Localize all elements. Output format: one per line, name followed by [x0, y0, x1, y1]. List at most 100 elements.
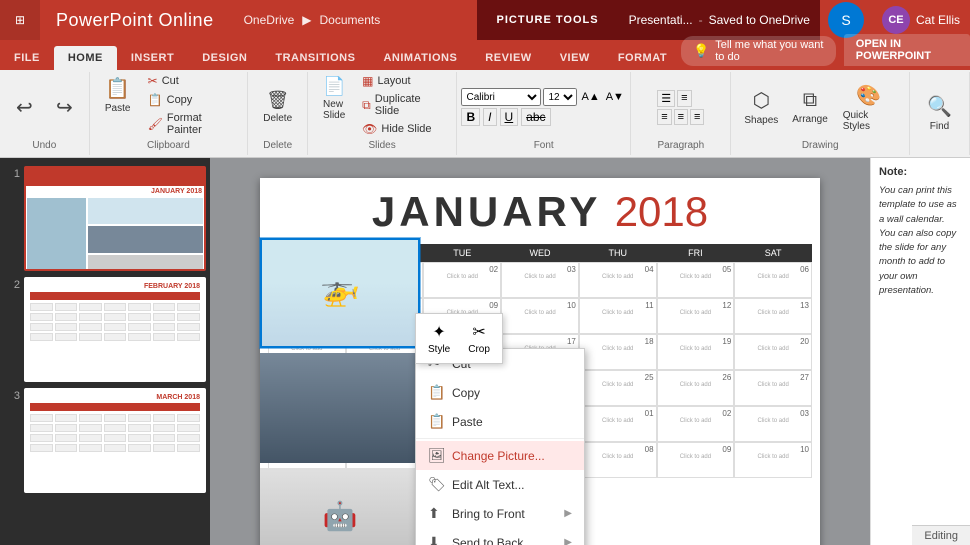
open-in-powerpoint-button[interactable]: OPEN IN POWERPOINT — [844, 34, 970, 66]
slide-thumbnail-2[interactable]: 2 FEBRUARY 2018 — [4, 277, 206, 382]
cal-cell-2-5[interactable]: 19Click to add — [657, 334, 735, 370]
breadcrumb-onedrive[interactable]: OneDrive — [244, 13, 295, 27]
slide-number-2: 2 — [4, 277, 20, 291]
skype-icon: S — [841, 12, 850, 28]
breadcrumb-documents[interactable]: Documents — [320, 13, 381, 27]
app-launcher-button[interactable]: ⊞ — [0, 0, 40, 40]
mini-style-button[interactable]: ✦ Style — [420, 318, 458, 359]
underline-button[interactable]: U — [500, 108, 519, 126]
ctx-edit-alt-text[interactable]: 🏷 Edit Alt Text... — [416, 470, 584, 499]
cal-cell-2-4[interactable]: 18Click to add — [579, 334, 657, 370]
tab-view[interactable]: VIEW — [546, 46, 604, 70]
tell-me-bar[interactable]: 💡 Tell me what you want to do — [681, 36, 836, 66]
cal-cell-5-6[interactable]: 10Click to add — [734, 442, 812, 478]
cal-cell-0-4[interactable]: 04Click to add — [579, 262, 657, 298]
cut-button[interactable]: ✂ Cut — [142, 72, 240, 90]
redo-button[interactable]: ↪ — [46, 91, 82, 124]
slide-thumbnail-1[interactable]: 1 JANUARY 2018 — [4, 166, 206, 271]
cal-cell-1-5[interactable]: 12Click to add — [657, 298, 735, 334]
cal-cell-1-3[interactable]: 10Click to add — [501, 298, 579, 334]
cal-cell-1-4[interactable]: 11Click to add — [579, 298, 657, 334]
cal-cell-0-3[interactable]: 03Click to add — [501, 262, 579, 298]
redo-icon: ↪ — [56, 95, 73, 120]
cal-cell-1-6[interactable]: 13Click to add — [734, 298, 812, 334]
list-number-button[interactable]: ≡ — [677, 90, 691, 107]
paste-button[interactable]: 📋 Paste — [98, 72, 138, 118]
cal-cell-5-4[interactable]: 08Click to add — [579, 442, 657, 478]
tab-animations[interactable]: ANIMATIONS — [369, 46, 471, 70]
cal-cell-3-6[interactable]: 27Click to add — [734, 370, 812, 406]
user-area[interactable]: CE Cat Ellis — [872, 6, 970, 34]
slide-image-street[interactable] — [260, 353, 420, 463]
bold-button[interactable]: B — [461, 108, 480, 126]
ribbon-content: ↩ ↪ Undo 📋 Paste ✂ Cut 📋 Copy — [0, 70, 970, 158]
delete-button[interactable]: 🗑 Delete — [257, 86, 298, 128]
slide-image-drone[interactable] — [260, 238, 420, 348]
align-left-button[interactable]: ≡ — [657, 109, 671, 125]
slide-header: JANUARY 2018 — [260, 178, 820, 242]
cal-cell-4-4[interactable]: 01Click to add — [579, 406, 657, 442]
cal-cell-5-5[interactable]: 09Click to add — [657, 442, 735, 478]
tab-home[interactable]: HOME — [54, 46, 117, 70]
skype-button[interactable]: S — [828, 2, 864, 38]
slide-preview-1[interactable]: JANUARY 2018 — [24, 166, 206, 271]
list-bullet-button[interactable]: ☰ — [657, 90, 675, 107]
duplicate-slide-button[interactable]: ⧉ Duplicate Slide — [356, 91, 448, 119]
cal-cell-0-6[interactable]: 06Click to add — [734, 262, 812, 298]
hide-slide-button[interactable]: 👁 Hide Slide — [356, 120, 448, 138]
ribbon-group-drawing: ⬡ Shapes ⧉ Arrange 🎨 Quick Styles Drawin… — [731, 72, 910, 155]
cal-cell-0-5[interactable]: 05Click to add — [657, 262, 735, 298]
tab-insert[interactable]: INSERT — [117, 46, 188, 70]
strikethrough-button[interactable]: abc — [521, 108, 550, 126]
font-size-select[interactable]: 12 — [543, 88, 577, 106]
ribbon-group-slides: 📄 NewSlide ▦ Layout ⧉ Duplicate Slide 👁 … — [308, 72, 457, 155]
ctx-bring-to-front[interactable]: ⬆ Bring to Front ▶ — [416, 499, 584, 528]
shapes-button[interactable]: ⬡ Shapes — [739, 84, 783, 130]
cal-cell-4-6[interactable]: 03Click to add — [734, 406, 812, 442]
mini-style-label: Style — [428, 344, 450, 355]
arrange-button[interactable]: ⧉ Arrange — [787, 85, 832, 129]
picture-tools-tab[interactable]: PICTURE TOOLS — [477, 0, 619, 40]
title-bar: ⊞ PowerPoint Online OneDrive ▶ Documents… — [0, 0, 970, 40]
slide-preview-2[interactable]: FEBRUARY 2018 — [24, 277, 206, 382]
undo-button[interactable]: ↩ — [6, 91, 42, 124]
ctx-paste[interactable]: 📋 Paste — [416, 407, 584, 436]
ribbon-group-font: Calibri 12 A▲ A▼ B I U abc Font — [457, 72, 631, 155]
cal-cell-2-6[interactable]: 20Click to add — [734, 334, 812, 370]
slide-thumbnail-3[interactable]: 3 MARCH 2018 — [4, 388, 206, 493]
font-increase-button[interactable]: A▲ — [579, 91, 601, 103]
slide-canvas: JANUARY 2018 SUN MON TUE WED THU FRI SAT… — [260, 178, 820, 545]
font-family-select[interactable]: Calibri — [461, 88, 541, 106]
tab-format[interactable]: FORMAT — [604, 46, 681, 70]
align-center-button[interactable]: ≡ — [674, 109, 688, 125]
italic-button[interactable]: I — [483, 108, 496, 126]
font-decrease-button[interactable]: A▼ — [604, 91, 626, 103]
cal-cell-0-2[interactable]: 02Click to add — [423, 262, 501, 298]
ctx-copy-label: Copy — [452, 386, 480, 400]
align-right-button[interactable]: ≡ — [690, 109, 704, 125]
ctx-copy[interactable]: 📋 Copy — [416, 378, 584, 407]
undo-group-label: Undo — [32, 140, 56, 151]
cal-cell-4-5[interactable]: 02Click to add — [657, 406, 735, 442]
layout-button[interactable]: ▦ Layout — [356, 72, 448, 90]
mini-crop-button[interactable]: ✂ Crop — [460, 318, 498, 359]
format-painter-button[interactable]: 🖌 Format Painter — [142, 110, 240, 138]
tab-file[interactable]: FILE — [0, 46, 54, 70]
editing-label: Editing — [924, 530, 958, 542]
ctx-change-picture[interactable]: 🖼 Change Picture... — [416, 441, 584, 470]
cal-cell-3-4[interactable]: 25Click to add — [579, 370, 657, 406]
tab-review[interactable]: REVIEW — [471, 46, 545, 70]
ctx-paste-icon: 📋 — [428, 413, 444, 430]
copy-button[interactable]: 📋 Copy — [142, 91, 240, 109]
user-avatar: CE — [882, 6, 910, 34]
cal-cell-3-5[interactable]: 26Click to add — [657, 370, 735, 406]
new-slide-button[interactable]: 📄 NewSlide — [316, 72, 352, 125]
ctx-send-to-back[interactable]: ⬇ Send to Back ▶ — [416, 528, 584, 545]
find-button[interactable]: 🔍 Find — [921, 90, 958, 136]
quick-styles-button[interactable]: 🎨 Quick Styles — [837, 79, 901, 136]
slide-preview-3[interactable]: MARCH 2018 — [24, 388, 206, 493]
tab-design[interactable]: DESIGN — [188, 46, 261, 70]
slide-image-robot[interactable] — [260, 468, 420, 545]
copy-label: Copy — [167, 94, 193, 106]
tab-transitions[interactable]: TRANSITIONS — [261, 46, 369, 70]
